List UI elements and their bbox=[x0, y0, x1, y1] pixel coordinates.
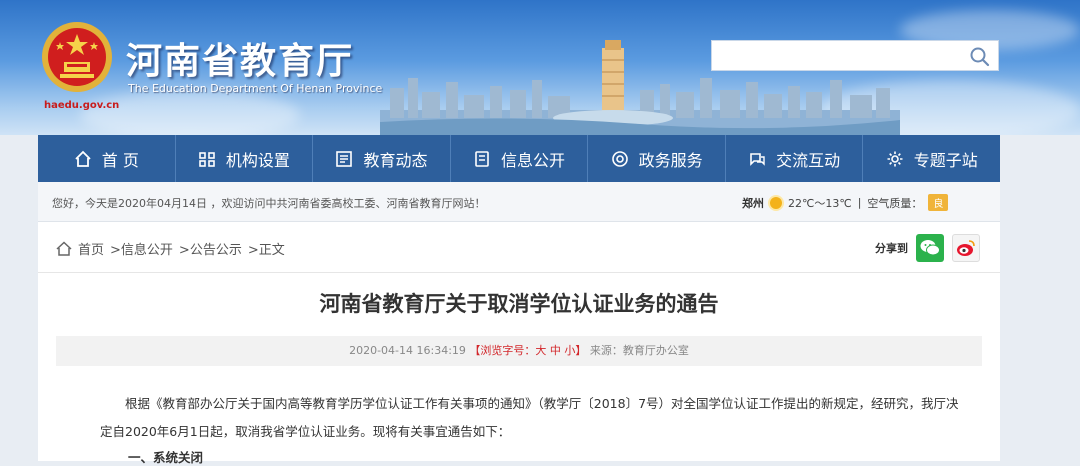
wechat-share-button[interactable] bbox=[916, 234, 944, 262]
sun-icon bbox=[770, 196, 782, 209]
article-source: 来源：教育厅办公室 bbox=[589, 344, 689, 357]
divider bbox=[38, 272, 1000, 273]
home-icon bbox=[56, 241, 72, 256]
main-nav: 首 页 机构设置 教育动态 信息公开 政务服务 交流互动 专题子站 bbox=[38, 135, 1000, 182]
wechat-icon bbox=[920, 240, 940, 256]
search-input[interactable] bbox=[712, 41, 960, 70]
search-icon[interactable] bbox=[968, 45, 992, 67]
news-icon bbox=[336, 150, 353, 167]
nav-item-label: 教育动态 bbox=[363, 150, 428, 170]
nav-item-gov-service[interactable]: 政务服务 bbox=[588, 135, 726, 182]
weather-widget: 郑州 22℃～13℃ | 空气质量： 良 bbox=[742, 194, 949, 211]
breadcrumb-info-disclosure[interactable]: >信息公开 bbox=[110, 239, 173, 258]
nav-item-label: 专题子站 bbox=[913, 150, 978, 170]
national-emblem-logo bbox=[42, 22, 112, 92]
font-size-medium-button[interactable]: 中 bbox=[550, 344, 561, 357]
share-bar: 分享到 bbox=[875, 234, 980, 262]
font-size-small-button[interactable]: 小 bbox=[564, 344, 575, 357]
font-size-prefix: 【浏览字号： bbox=[469, 344, 536, 357]
article-paragraph: 根据《教育部办公厅关于国内高等教育学历学位认证工作有关事项的通知》（教学厅〔20… bbox=[100, 396, 959, 439]
nav-item-label: 机构设置 bbox=[225, 150, 290, 170]
site-subtitle: The Education Department Of Henan Provin… bbox=[128, 82, 383, 95]
site-title[interactable]: 河南省教育厅 bbox=[126, 32, 354, 84]
info-icon bbox=[475, 150, 489, 167]
article-section-heading: 一、系统关闭 bbox=[128, 450, 204, 465]
header-banner: haedu.gov.cn 河南省教育厅 The Education Depart… bbox=[0, 0, 1080, 135]
article-date: 2020-04-14 16:34:19 bbox=[349, 344, 466, 357]
search-box bbox=[711, 40, 999, 71]
nav-item-organization[interactable]: 机构设置 bbox=[176, 135, 314, 182]
font-size-suffix: 】 bbox=[575, 344, 587, 357]
article-container: 首页 >信息公开 >公告公示 >正文 分享到 河南省教育厅关于取消学位认证业务的… bbox=[38, 222, 1000, 465]
font-size-control: 【浏览字号：大 中 小】 bbox=[469, 344, 586, 357]
welcome-message: 您好，今天是2020年04月14日 ，欢迎访问中共河南省委高校工委、河南省教育厅… bbox=[52, 197, 486, 210]
nav-item-interaction[interactable]: 交流互动 bbox=[726, 135, 864, 182]
nav-item-news[interactable]: 教育动态 bbox=[313, 135, 451, 182]
breadcrumb-current: >正文 bbox=[247, 243, 285, 258]
nav-item-info-disclosure[interactable]: 信息公开 bbox=[451, 135, 589, 182]
service-icon bbox=[611, 150, 628, 167]
weather-separator: | bbox=[857, 196, 862, 209]
nav-item-label: 政务服务 bbox=[638, 150, 703, 170]
article-title: 河南省教育厅关于取消学位认证业务的通告 bbox=[319, 292, 719, 316]
nav-item-label: 交流互动 bbox=[776, 150, 841, 170]
share-label: 分享到 bbox=[875, 242, 908, 255]
gear-icon bbox=[887, 151, 903, 166]
breadcrumb-announcements[interactable]: >公告公示 bbox=[179, 239, 242, 258]
site-url: haedu.gov.cn bbox=[44, 100, 120, 111]
breadcrumb-home[interactable]: 首页 bbox=[78, 239, 104, 258]
nav-item-label: 首 页 bbox=[101, 150, 139, 170]
weibo-icon bbox=[957, 240, 975, 256]
nav-item-label: 信息公开 bbox=[501, 150, 566, 170]
interact-icon bbox=[750, 152, 765, 166]
nav-item-home[interactable]: 首 页 bbox=[38, 135, 176, 182]
cloud-decoration bbox=[80, 90, 300, 135]
home-icon bbox=[75, 150, 91, 167]
weather-temperature: 22℃～13℃ bbox=[788, 196, 852, 210]
air-quality-label: 空气质量： bbox=[867, 196, 923, 210]
org-chart-icon bbox=[199, 151, 215, 167]
weibo-share-button[interactable] bbox=[952, 234, 980, 262]
font-size-large-button[interactable]: 大 bbox=[535, 344, 546, 357]
article-meta: 2020-04-14 16:34:19 【浏览字号：大 中 小】 来源：教育厅办… bbox=[56, 336, 982, 366]
weather-city: 郑州 bbox=[742, 196, 764, 210]
air-quality-badge: 良 bbox=[928, 194, 949, 211]
breadcrumb: 首页 >信息公开 >公告公示 >正文 bbox=[56, 239, 285, 258]
info-strip: 您好，今天是2020年04月14日 ，欢迎访问中共河南省委高校工委、河南省教育厅… bbox=[38, 182, 1000, 222]
nav-item-subsites[interactable]: 专题子站 bbox=[863, 135, 1000, 182]
